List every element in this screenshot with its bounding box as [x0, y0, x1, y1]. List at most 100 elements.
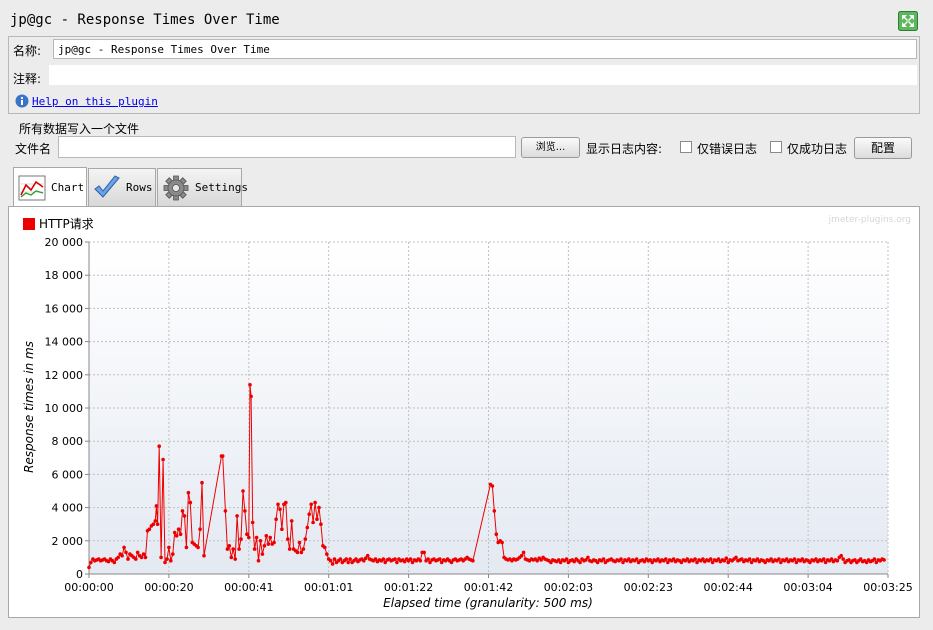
data-point: [323, 545, 327, 550]
y-tick-label: 16 000: [45, 302, 84, 315]
data-point: [307, 512, 312, 516]
log-content-label: 显示日志内容:: [586, 142, 663, 156]
data-point: [882, 558, 886, 562]
tab-chart-label: Chart: [51, 181, 85, 194]
success-only-checkbox[interactable]: [770, 141, 782, 153]
data-point: [303, 537, 308, 541]
response-times-chart: 0 2 000 4 000 6 000 8 000 10 000 12 000 14 000 1…: [22, 215, 913, 610]
data-point: [365, 553, 370, 558]
gear-icon: [161, 173, 191, 203]
errors-only-label: 仅错误日志: [697, 142, 758, 156]
data-point: [172, 530, 177, 535]
name-field[interactable]: jp@gc - Response Times Over Time: [53, 39, 917, 59]
y-tick-label: 10 000: [45, 402, 84, 415]
x-axis-label: Elapsed time (granularity: 500 ms): [383, 596, 593, 610]
x-tick-label: 00:01:01: [304, 581, 353, 594]
errors-only-checkbox[interactable]: [680, 141, 692, 153]
tab-settings-label: Settings: [195, 181, 248, 194]
help-link[interactable]: Help on this plugin: [32, 95, 158, 108]
y-tick-label: 4 000: [52, 502, 84, 515]
data-point: [262, 544, 267, 548]
data-point: [301, 547, 306, 551]
data-point: [578, 560, 582, 565]
data-point: [258, 539, 263, 543]
data-point: [792, 557, 797, 561]
tab-chart[interactable]: Chart: [13, 167, 87, 207]
data-point: [220, 454, 225, 458]
data-point: [229, 555, 234, 560]
x-tick-label: 00:00:00: [64, 581, 113, 594]
x-tick-label: 00:01:22: [384, 581, 433, 594]
data-point: [278, 507, 282, 512]
data-point: [332, 557, 337, 561]
data-point: [157, 444, 161, 448]
data-point: [147, 527, 152, 531]
data-point: [835, 558, 840, 563]
filename-input[interactable]: [58, 136, 516, 158]
plugin-info-box: 名称: jp@gc - Response Times Over Time 注释:…: [8, 36, 920, 114]
data-point: [247, 535, 251, 540]
data-point: [89, 560, 93, 565]
data-point: [724, 556, 729, 560]
data-point: [141, 552, 146, 556]
data-point: [188, 500, 193, 505]
data-point: [734, 555, 738, 560]
tab-settings[interactable]: Settings: [157, 168, 248, 206]
data-point: [393, 557, 397, 561]
data-point: [163, 560, 167, 565]
data-point: [112, 560, 117, 565]
data-point: [634, 557, 639, 561]
data-point: [564, 557, 569, 561]
data-point: [272, 540, 276, 545]
data-point: [297, 540, 302, 545]
data-point: [286, 537, 290, 541]
data-point: [492, 509, 497, 513]
data-point: [254, 535, 259, 540]
data-point: [231, 547, 235, 551]
data-point: [418, 558, 423, 563]
data-point: [241, 489, 245, 493]
data-point: [317, 505, 321, 510]
data-point: [693, 557, 697, 561]
x-tick-label: 00:03:25: [863, 581, 912, 594]
data-point: [280, 527, 284, 531]
y-tick-label: 8 000: [52, 435, 84, 448]
data-point: [155, 522, 160, 526]
data-point: [841, 557, 845, 561]
y-tick-label: 14 000: [45, 336, 84, 349]
data-point: [284, 500, 288, 505]
data-point: [159, 555, 163, 560]
data-point: [200, 480, 204, 485]
data-point: [180, 509, 185, 513]
data-point: [245, 532, 249, 536]
data-point: [664, 557, 668, 561]
data-point: [250, 520, 255, 525]
y-tick-label: 20 000: [45, 236, 84, 249]
data-point: [243, 509, 247, 513]
data-point: [471, 558, 475, 563]
x-tick-label: 00:02:03: [544, 581, 593, 594]
data-point: [426, 557, 430, 561]
data-point: [122, 545, 126, 550]
tab-rows[interactable]: Rows: [88, 168, 156, 206]
x-tick-label: 00:00:41: [224, 581, 273, 594]
data-point: [225, 547, 230, 551]
data-point: [346, 560, 351, 565]
configure-button[interactable]: 配置: [854, 137, 912, 159]
data-point: [408, 557, 413, 561]
data-point: [169, 558, 173, 563]
data-point: [330, 562, 335, 566]
x-tick-label: 00:00:20: [144, 581, 193, 594]
browse-button[interactable]: 浏览...: [521, 137, 580, 158]
y-tick-label: 6 000: [52, 468, 84, 481]
data-point: [287, 547, 292, 551]
data-point: [176, 527, 181, 531]
expand-arrows-icon[interactable]: [898, 11, 918, 31]
data-point: [311, 520, 315, 525]
data-point: [344, 557, 349, 561]
data-point: [338, 557, 343, 561]
data-point: [319, 522, 323, 526]
comment-field[interactable]: [49, 65, 917, 85]
y-tick-label: 18 000: [45, 269, 84, 282]
chart-panel: 0 2 000 4 000 6 000 8 000 10 000 12 000 14 000 1…: [8, 206, 920, 618]
